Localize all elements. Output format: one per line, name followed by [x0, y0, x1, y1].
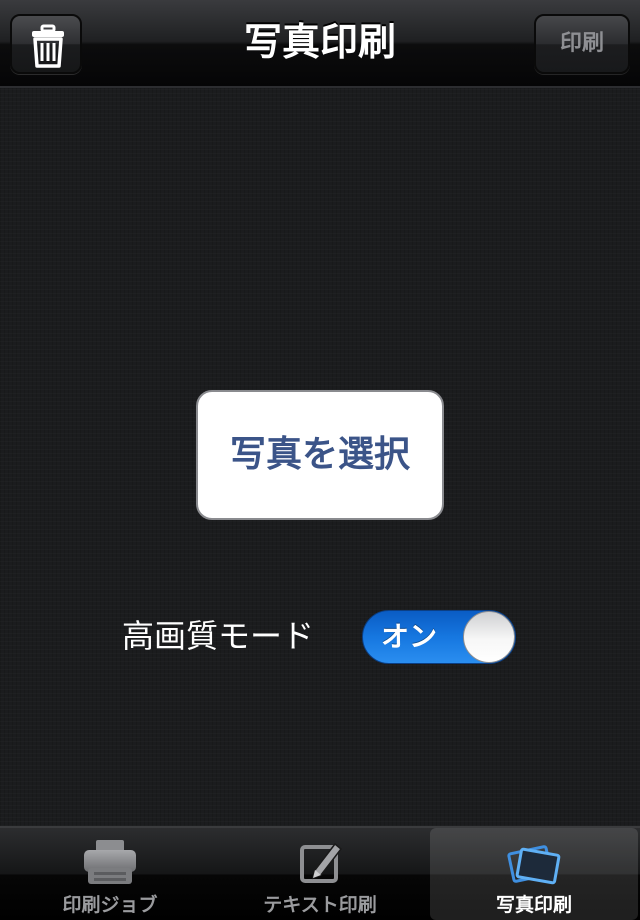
select-photo-button[interactable]: 写真を選択 [196, 390, 444, 520]
photos-icon [430, 838, 638, 888]
tab-text-print[interactable]: テキスト印刷 [216, 828, 424, 920]
trash-icon [32, 24, 64, 68]
printer-icon [6, 838, 214, 888]
navigation-bar: 写真印刷 印刷 [0, 0, 640, 88]
edit-icon [216, 838, 424, 888]
page-title: 写真印刷 [243, 20, 396, 64]
high-quality-mode-label: 高画質モード [122, 617, 315, 655]
toggle-state-label: オン [381, 620, 438, 653]
tab-bar: 印刷ジョブ テキスト印刷 写真印刷 [0, 826, 640, 920]
toggle-knob[interactable] [463, 611, 515, 663]
tab-print-jobs[interactable]: 印刷ジョブ [6, 828, 214, 920]
high-quality-mode-toggle[interactable]: オン [362, 610, 516, 664]
tab-label: 写真印刷 [495, 894, 572, 916]
trash-button[interactable] [10, 14, 82, 74]
tab-photo-print[interactable]: 写真印刷 [430, 828, 638, 920]
tab-label: テキスト印刷 [263, 894, 377, 916]
main-content: 写真を選択 高画質モード オン [0, 88, 640, 826]
app-screen: 写真印刷 印刷 写真を選択 高画質モード オン 印刷ジョブ テキスト印刷 写真印… [0, 0, 640, 920]
tab-label: 印刷ジョブ [62, 894, 158, 916]
print-button[interactable]: 印刷 [534, 14, 630, 74]
